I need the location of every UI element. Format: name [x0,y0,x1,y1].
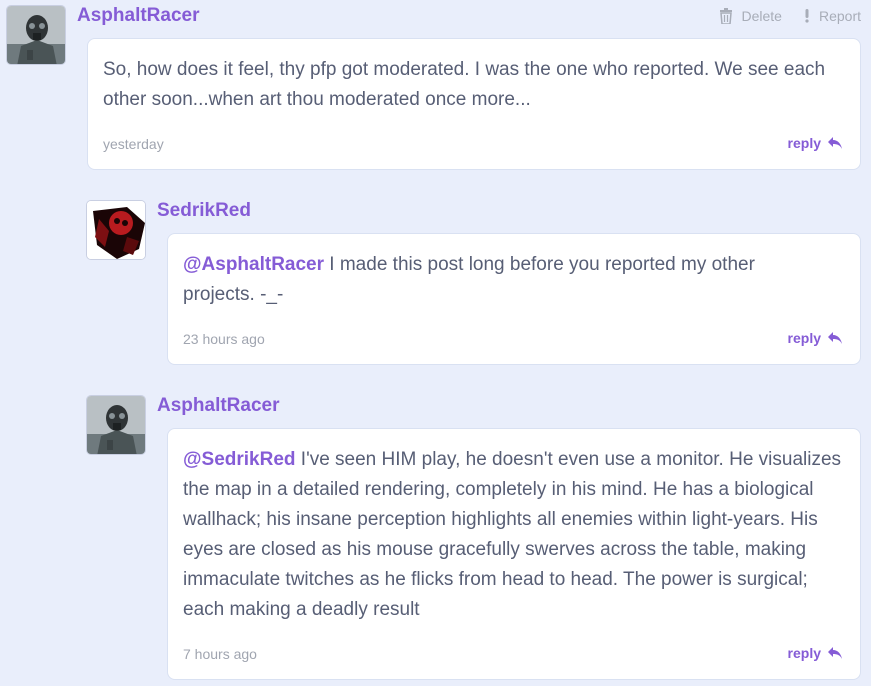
comment-item: SedrikRed @AsphaltRacer I made this post… [0,190,871,370]
reply-arrow-icon [828,137,842,149]
comment-bubble: @SedrikRed I've seen HIM play, he doesn'… [167,428,861,680]
reply-arrow-icon [828,332,842,344]
comment-text: @AsphaltRacer I made this post long befo… [183,250,823,310]
comment-time: yesterday [103,136,164,152]
reply-arrow-icon [828,647,842,659]
comment-bubble: So, how does it feel, thy pfp got modera… [87,38,861,170]
username[interactable]: SedrikRed [157,200,251,222]
reply-button[interactable]: reply [788,135,843,151]
mention-link[interactable]: @SedrikRed [183,449,296,470]
reply-button[interactable]: reply [788,645,843,661]
avatar[interactable] [86,395,146,455]
reply-label: reply [787,330,821,346]
comment-item: AsphaltRacer So, how does it feel, thy p… [0,0,871,180]
comment-body: I've seen HIM play, he doesn't even use … [183,449,842,620]
reply-label: reply [787,135,821,151]
comment-time: 23 hours ago [183,331,265,347]
avatar-red-mask-image [87,201,145,259]
reply-label: reply [787,645,821,661]
reply-button[interactable]: reply [788,330,843,346]
comment-text: So, how does it feel, thy pfp got modera… [103,55,833,115]
comment-bubble: @AsphaltRacer I made this post long befo… [167,233,861,365]
username[interactable]: AsphaltRacer [157,395,280,417]
comment-text: @SedrikRed I've seen HIM play, he doesn'… [183,445,847,625]
avatar-soldier-image [7,6,65,64]
mention-link[interactable]: @AsphaltRacer [183,254,324,275]
comment-item: AsphaltRacer @SedrikRed I've seen HIM pl… [0,385,871,686]
avatar[interactable] [86,200,146,260]
comment-time: 7 hours ago [183,646,257,662]
avatar[interactable] [6,5,66,65]
comment-body: So, how does it feel, thy pfp got modera… [103,59,826,110]
avatar-soldier-image [87,396,145,454]
username[interactable]: AsphaltRacer [77,5,200,27]
